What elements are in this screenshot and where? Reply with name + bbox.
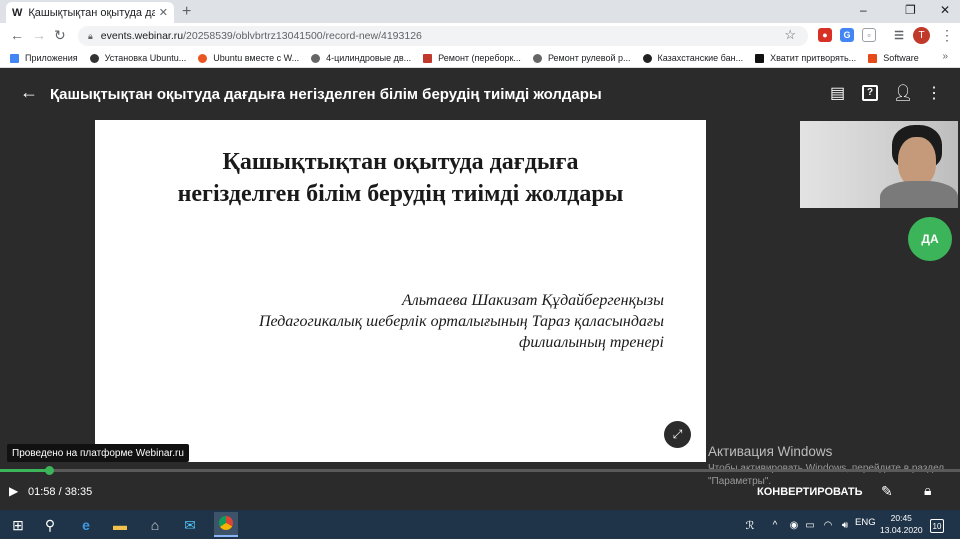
fullscreen-expand-icon[interactable]: ⤢ bbox=[664, 421, 691, 448]
help-icon[interactable]: ? bbox=[862, 85, 878, 101]
close-window-button[interactable]: ✕ bbox=[940, 3, 950, 17]
playback-time: 01:58 / 38:35 bbox=[28, 486, 93, 498]
chrome-taskbar-button[interactable] bbox=[214, 512, 238, 537]
volume-icon[interactable]: 🔊︎ bbox=[835, 515, 855, 535]
platform-label: Проведено на платформе Webinar.ru bbox=[7, 444, 189, 462]
store-icon[interactable]: ⌂ bbox=[145, 515, 165, 535]
bookmark-favicon-icon bbox=[642, 53, 652, 63]
bookmark-item[interactable]: 4-цилиндровые дв... bbox=[311, 53, 411, 63]
slide-title: Қашықтықтан оқытуда дағдыға негізделген … bbox=[177, 149, 624, 207]
page-title: Қашықтықтан оқытуда дағдыға негізделген … bbox=[50, 86, 602, 103]
person-icon[interactable]: 👤︎ bbox=[893, 83, 913, 103]
apps-grid-icon bbox=[10, 53, 19, 63]
url-path: /20258539/oblvbrtrz13041500/record-new/4… bbox=[183, 30, 422, 42]
bookmark-item[interactable]: Software bbox=[868, 53, 919, 63]
extension-red-icon[interactable]: ● bbox=[818, 28, 832, 42]
address-bar[interactable]: 🔒︎ events.webinar.ru/20258539/oblvbrtrz1… bbox=[78, 26, 808, 46]
office-favicon-icon bbox=[868, 53, 878, 63]
tab-close-icon[interactable]: ✕ bbox=[159, 6, 168, 19]
progress-fill bbox=[0, 469, 49, 472]
author-position-cont: филиалының тренері bbox=[519, 334, 664, 351]
webinar-favicon-icon: W bbox=[12, 6, 23, 19]
windows-start-icon[interactable]: ⊞ bbox=[8, 515, 28, 535]
chat-icon[interactable]: ▤ bbox=[830, 83, 845, 103]
windows-activation-title: Активация Windows bbox=[708, 444, 833, 459]
page-extension-icon[interactable]: ▫ bbox=[862, 28, 876, 42]
globe-icon bbox=[311, 53, 321, 63]
forward-arrow-icon[interactable]: → bbox=[32, 27, 46, 43]
back-arrow-icon[interactable]: ← bbox=[20, 82, 38, 103]
author-position: Педагогикалық шеберлік орталығының Тараз… bbox=[258, 313, 664, 330]
profile-avatar[interactable]: T bbox=[913, 27, 930, 44]
chrome-icon bbox=[219, 516, 233, 530]
slide-author-block: Альтаева Шакизат Құдайбергенқызы Педагог… bbox=[259, 290, 664, 353]
globe-icon bbox=[532, 53, 542, 63]
progress-handle[interactable] bbox=[44, 466, 54, 475]
ubuntu-favicon-icon bbox=[198, 53, 208, 63]
minimize-button[interactable]: – bbox=[860, 3, 867, 17]
bookmark-favicon-icon bbox=[423, 53, 433, 63]
input-language[interactable]: ENG bbox=[855, 517, 876, 528]
new-tab-button[interactable]: + bbox=[182, 3, 191, 21]
bookmark-item[interactable]: Казахстанские бан... bbox=[642, 53, 743, 63]
convert-button[interactable]: КОНВЕРТИРОВАТЬ bbox=[757, 486, 862, 498]
browser-tab[interactable]: W Қашықтықтан оқытуда дағдыға ✕ bbox=[6, 2, 174, 23]
battery-icon[interactable]: ▭ bbox=[800, 515, 820, 535]
reload-icon[interactable]: ↻ bbox=[54, 27, 66, 44]
participant-avatar[interactable]: ДА bbox=[908, 217, 952, 261]
bookmarks-bar: Приложения Установка Ubuntu... Ubuntu вм… bbox=[0, 49, 960, 68]
search-icon[interactable]: ⚲ bbox=[40, 515, 60, 535]
participant-video[interactable] bbox=[800, 121, 958, 208]
bookmark-item[interactable]: Ремонт рулевой р... bbox=[532, 53, 631, 63]
bookmark-item[interactable]: Хватит притворять... bbox=[755, 53, 856, 63]
more-bookmarks-button[interactable]: » bbox=[942, 51, 948, 62]
bookmark-item[interactable]: Приложения bbox=[10, 53, 78, 63]
lock-icon: 🔒︎ bbox=[88, 30, 93, 41]
maximize-button[interactable]: ❐ bbox=[905, 3, 916, 17]
bookmark-item[interactable]: Установка Ubuntu... bbox=[89, 53, 186, 63]
lock-icon[interactable]: 🔒︎ bbox=[924, 482, 931, 499]
notification-center-icon[interactable]: 10 bbox=[930, 519, 944, 533]
more-options-icon[interactable]: ⋮ bbox=[926, 83, 942, 103]
tray-chevron-icon[interactable]: ^ bbox=[765, 515, 785, 535]
bookmark-item[interactable]: Ubuntu вместе с W... bbox=[198, 53, 299, 63]
chrome-menu-icon[interactable]: ⋮ bbox=[940, 27, 954, 44]
bookmark-favicon-icon bbox=[755, 53, 765, 63]
bookmark-item[interactable]: Ремонт (переборк... bbox=[423, 53, 521, 63]
mail-icon[interactable]: ✉ bbox=[180, 515, 200, 535]
tab-title: Қашықтықтан оқытуда дағдыға bbox=[28, 6, 155, 19]
edit-pencil-icon[interactable]: ✎ bbox=[881, 483, 893, 500]
windows-activation-text: Чтобы активировать Windows, перейдите в … bbox=[708, 463, 944, 487]
system-clock[interactable]: 20:45 13.04.2020 bbox=[880, 512, 923, 536]
edge-browser-icon[interactable]: e bbox=[76, 515, 96, 535]
author-name: Альтаева Шакизат Құдайбергенқызы bbox=[401, 292, 664, 309]
reading-list-icon[interactable]: ☰ bbox=[892, 28, 906, 42]
translate-extension-icon[interactable]: G bbox=[840, 28, 854, 42]
play-icon[interactable]: ▶ bbox=[9, 484, 18, 498]
bookmark-star-icon[interactable]: ☆ bbox=[784, 27, 796, 43]
back-arrow-icon[interactable]: ← bbox=[10, 27, 24, 43]
presentation-slide: Қашықтықтан оқытуда дағдыға негізделген … bbox=[95, 120, 706, 462]
file-explorer-icon[interactable]: ▬ bbox=[110, 515, 130, 535]
bookmark-favicon-icon bbox=[89, 53, 99, 63]
url-host: events.webinar.ru bbox=[100, 30, 184, 42]
playback-progress-bar[interactable] bbox=[0, 466, 960, 475]
people-icon[interactable]: ℛ bbox=[740, 515, 760, 535]
